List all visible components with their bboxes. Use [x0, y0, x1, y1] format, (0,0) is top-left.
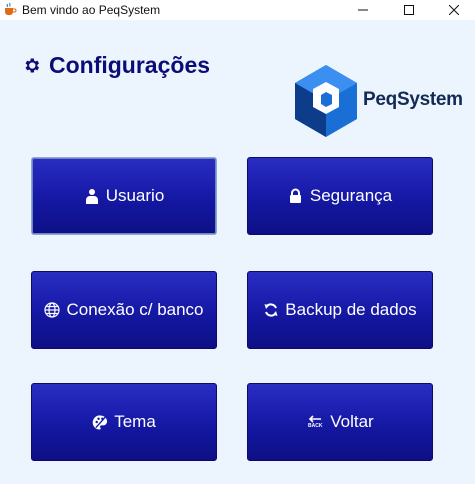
voltar-button[interactable]: BACK Voltar: [247, 383, 433, 461]
lock-icon: [288, 188, 304, 204]
java-cup-icon: [2, 2, 17, 17]
minimize-button[interactable]: [340, 0, 385, 20]
backup-dados-button[interactable]: Backup de dados: [247, 271, 433, 349]
settings-panel: Configurações PeqSystem Usuario Seguranç…: [0, 20, 475, 484]
seguranca-label: Segurança: [309, 186, 393, 205]
backup-dados-label: Backup de dados: [285, 300, 417, 319]
conexao-banco-button[interactable]: Conexão c/ banco: [31, 271, 217, 349]
user-icon: [84, 188, 100, 204]
logo-text: PeqSystem: [363, 89, 463, 110]
tema-label: Tema: [114, 412, 156, 431]
maximize-icon: [403, 5, 414, 15]
close-icon: [448, 5, 459, 15]
palette-icon: [92, 414, 108, 430]
conexao-banco-label: Conexão c/ banco: [66, 300, 204, 319]
close-button[interactable]: [431, 0, 475, 20]
tema-button[interactable]: Tema: [31, 383, 217, 461]
seguranca-button[interactable]: Segurança: [247, 157, 433, 235]
usuario-button[interactable]: Usuario: [31, 157, 217, 235]
usuario-label: Usuario: [105, 186, 165, 205]
globe-icon: [44, 302, 61, 318]
title-bar[interactable]: Bem vindo ao PeqSystem: [0, 0, 475, 20]
back-arrow-icon: BACK: [306, 414, 324, 430]
page-title-text: Configurações: [49, 52, 211, 78]
back-icon-text: BACK: [308, 423, 323, 429]
sync-icon: [263, 302, 279, 318]
window-title: Bem vindo ao PeqSystem: [22, 3, 161, 17]
maximize-button[interactable]: [386, 0, 431, 20]
voltar-label: Voltar: [330, 412, 374, 431]
minimize-icon: [357, 9, 368, 11]
page-title: Configurações: [22, 52, 210, 79]
peqsystem-logo: PeqSystem: [293, 63, 463, 137]
gear-icon: [25, 58, 40, 73]
peqsystem-logo-icon: [295, 65, 357, 137]
